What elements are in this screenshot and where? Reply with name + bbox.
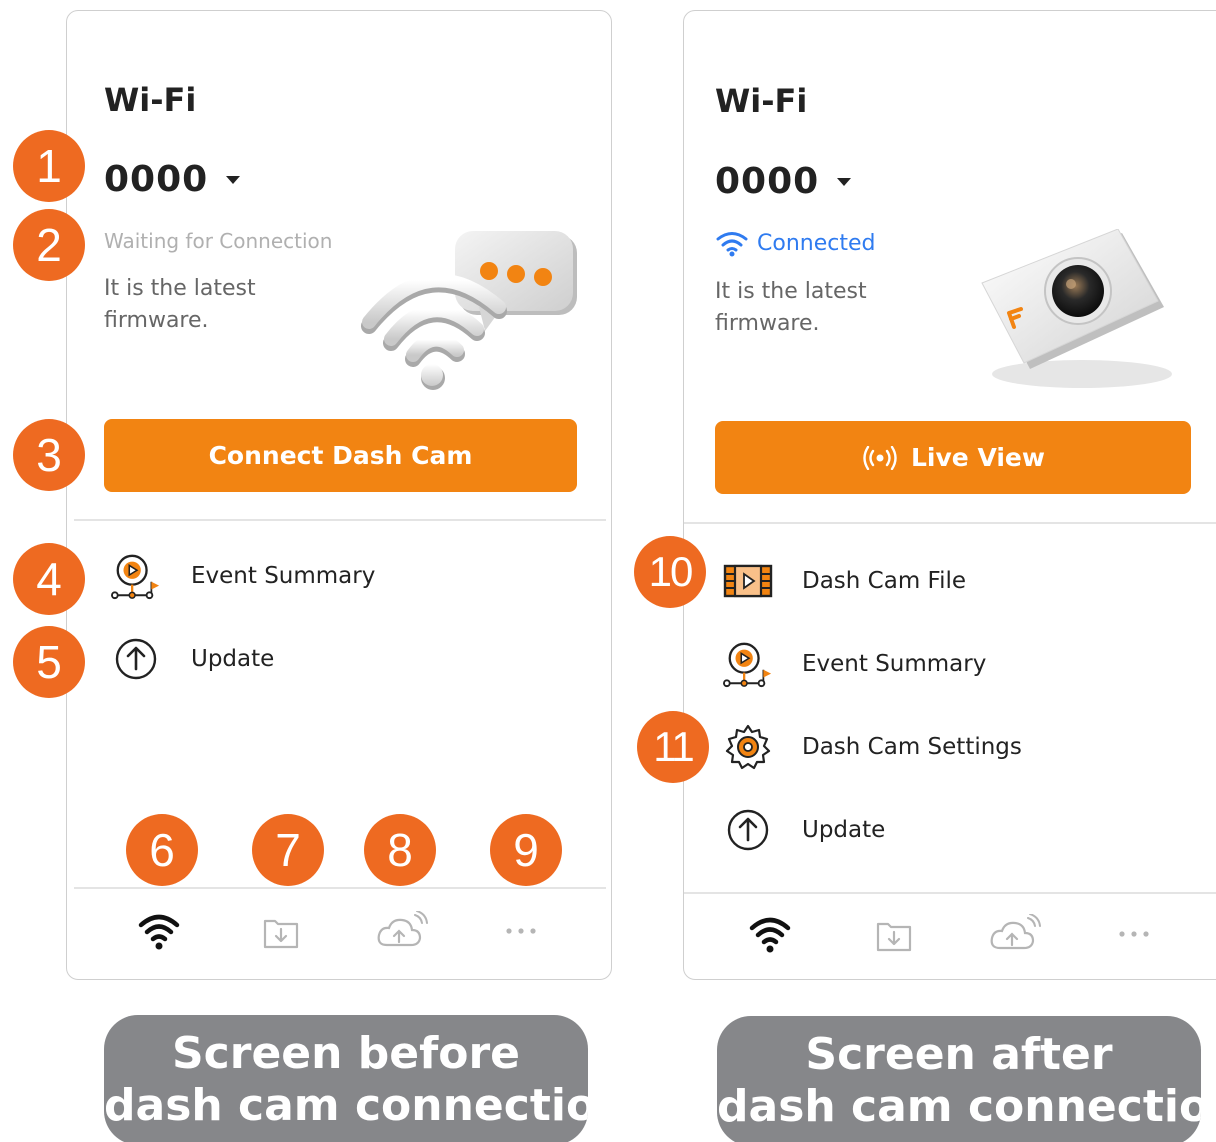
download-tab-icon[interactable] — [251, 906, 311, 956]
callout-badge: 1 — [13, 130, 85, 202]
update-icon — [111, 634, 161, 684]
menu-item-event-summary[interactable]: Event Summary — [723, 639, 1183, 689]
chevron-down-icon — [837, 177, 852, 186]
callout-badge: 11 — [637, 711, 709, 783]
chevron-down-icon — [226, 175, 241, 184]
menu-item-update[interactable]: Update — [723, 805, 1183, 855]
callout-badge: 9 — [490, 814, 562, 886]
section-divider — [684, 522, 1216, 524]
ssid-selector[interactable]: 0000 — [715, 161, 852, 202]
menu-item-label: Dash Cam Settings — [802, 734, 1022, 760]
callout-badge: 6 — [126, 814, 198, 886]
live-view-label: Live View — [911, 443, 1045, 472]
callout-badge: 7 — [252, 814, 324, 886]
menu-item-label: Event Summary — [191, 563, 376, 589]
callout-badge: 4 — [13, 543, 85, 615]
caption-after: Screen after dash cam connection — [717, 1016, 1201, 1142]
more-tab-icon[interactable] — [491, 906, 551, 956]
ssid-selector[interactable]: 0000 — [104, 159, 241, 200]
caption-line1: Screen before — [171, 1028, 521, 1079]
film-file-icon — [723, 556, 773, 606]
screen-after-connection: Wi-Fi 0000 Connected It is the latest fi… — [683, 10, 1216, 980]
event-summary-icon — [111, 551, 161, 601]
connect-dash-cam-label: Connect Dash Cam — [208, 441, 473, 470]
wifi-connected-icon — [716, 232, 748, 257]
caption-line2: dash cam connection — [717, 1081, 1201, 1132]
caption-line2: dash cam connection — [104, 1080, 588, 1131]
cloud-tab-icon[interactable] — [373, 906, 433, 956]
menu-item-event-summary[interactable]: Event Summary — [111, 551, 551, 601]
firmware-status-line1: It is the latest — [104, 276, 256, 301]
menu-item-label: Update — [802, 817, 886, 843]
connection-status: Connected — [715, 229, 875, 257]
cloud-tab-icon[interactable] — [986, 909, 1046, 959]
connection-status: Waiting for Connection — [104, 229, 333, 253]
update-icon — [723, 805, 773, 855]
ssid-name: 0000 — [104, 159, 209, 200]
callout-badge: 8 — [364, 814, 436, 886]
menu-item-label: Dash Cam File — [802, 568, 967, 594]
callout-badge: 2 — [13, 209, 85, 281]
firmware-status-line1: It is the latest — [715, 279, 867, 304]
page-title: Wi-Fi — [715, 82, 808, 120]
download-tab-icon[interactable] — [864, 909, 924, 959]
menu-item-label: Event Summary — [802, 651, 987, 677]
menu-item-update[interactable]: Update — [111, 634, 551, 684]
firmware-status-line2: firmware. — [715, 311, 820, 336]
connect-dash-cam-button[interactable]: Connect Dash Cam — [104, 419, 577, 492]
firmware-status-line2: firmware. — [104, 308, 209, 333]
dash-cam-illustration — [981, 229, 1172, 388]
section-divider — [74, 519, 606, 521]
broadcast-icon — [863, 445, 897, 470]
wifi-tab-icon[interactable] — [740, 909, 800, 959]
page-title: Wi-Fi — [104, 81, 197, 119]
wifi-chat-illustration — [361, 231, 577, 390]
callout-badge: 5 — [13, 626, 85, 698]
more-tab-icon[interactable] — [1104, 909, 1164, 959]
menu-item-label: Update — [191, 646, 275, 672]
settings-gear-icon — [723, 722, 773, 772]
ssid-name: 0000 — [715, 161, 820, 202]
tabbar-divider — [684, 892, 1216, 894]
caption-before: Screen before dash cam connection — [104, 1015, 588, 1142]
wifi-tab-icon[interactable] — [129, 906, 189, 956]
callout-badge: 10 — [634, 536, 706, 608]
event-summary-icon — [723, 639, 773, 689]
callout-badge: 3 — [13, 419, 85, 491]
menu-item-dash-cam-settings[interactable]: Dash Cam Settings — [723, 722, 1183, 772]
connection-status-label: Connected — [757, 230, 876, 256]
firmware-status: It is the latest firmware. — [104, 273, 256, 337]
tabbar-divider — [74, 887, 606, 889]
live-view-button[interactable]: Live View — [715, 421, 1191, 494]
caption-line1: Screen after — [805, 1029, 1113, 1080]
firmware-status: It is the latest firmware. — [715, 276, 867, 340]
menu-item-dash-cam-file[interactable]: Dash Cam File — [723, 556, 1183, 606]
